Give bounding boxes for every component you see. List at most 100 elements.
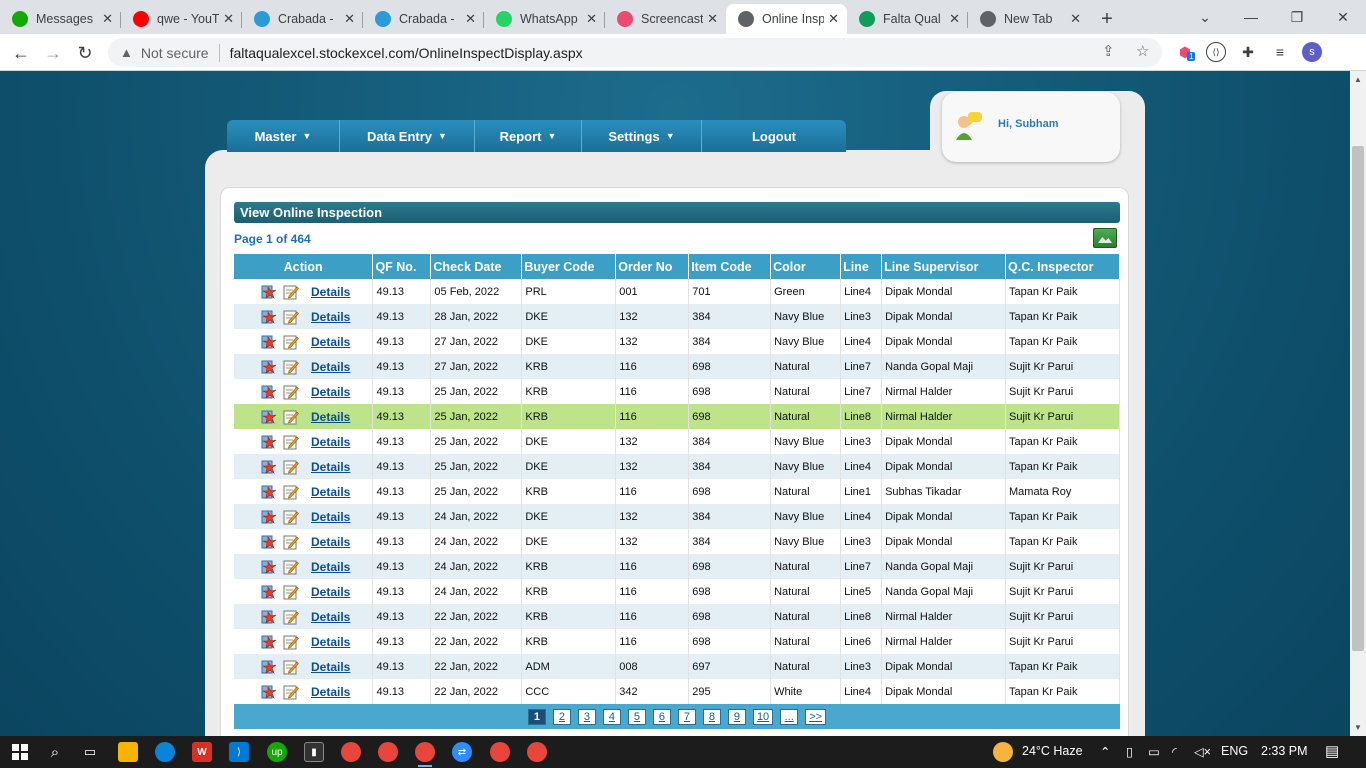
details-link[interactable]: Details bbox=[311, 685, 350, 699]
language-indicator[interactable]: ENG bbox=[1221, 744, 1248, 758]
tab-close-icon[interactable]: ✕ bbox=[465, 11, 476, 27]
delete-icon[interactable] bbox=[259, 658, 277, 676]
edit-icon[interactable] bbox=[283, 634, 299, 650]
delete-icon[interactable] bbox=[259, 483, 277, 501]
extension-icon[interactable]: ⬢ 1 bbox=[1175, 42, 1196, 62]
weather-text[interactable]: 24°C Haze bbox=[1022, 744, 1083, 758]
forward-icon[interactable]: → bbox=[38, 38, 68, 68]
tab-close-icon[interactable]: ✕ bbox=[1070, 11, 1081, 27]
page-scrollbar[interactable]: ▲ ▼ bbox=[1350, 71, 1366, 736]
tab-close-icon[interactable]: ✕ bbox=[223, 11, 234, 27]
tray-chevron-icon[interactable]: ⌃ bbox=[1100, 744, 1110, 759]
browser-tab[interactable]: Falta Qual ✕ bbox=[847, 4, 968, 34]
details-link[interactable]: Details bbox=[311, 635, 350, 649]
details-link[interactable]: Details bbox=[311, 360, 350, 374]
browser-tab[interactable]: Screencast ✕ bbox=[605, 4, 726, 34]
device-icon[interactable]: ▯ bbox=[1126, 744, 1133, 759]
clock[interactable]: 2:33 PM bbox=[1261, 744, 1308, 758]
wifi-icon[interactable]: ◜ bbox=[1172, 744, 1177, 759]
edge-icon[interactable] bbox=[155, 742, 175, 762]
details-link[interactable]: Details bbox=[311, 560, 350, 574]
details-link[interactable]: Details bbox=[311, 485, 350, 499]
details-link[interactable]: Details bbox=[311, 610, 350, 624]
chrome-icon[interactable] bbox=[527, 742, 547, 762]
delete-icon[interactable] bbox=[259, 533, 277, 551]
details-link[interactable]: Details bbox=[311, 335, 350, 349]
details-link[interactable]: Details bbox=[311, 410, 350, 424]
menu-settings[interactable]: Settings ▼ bbox=[582, 120, 702, 152]
delete-icon[interactable] bbox=[259, 308, 277, 326]
details-link[interactable]: Details bbox=[311, 285, 350, 299]
wps-office-icon[interactable]: W bbox=[192, 742, 212, 762]
details-link[interactable]: Details bbox=[311, 310, 350, 324]
delete-icon[interactable] bbox=[259, 508, 277, 526]
delete-icon[interactable] bbox=[259, 333, 277, 351]
close-window-icon[interactable]: ✕ bbox=[1320, 0, 1366, 34]
upwork-icon[interactable]: up bbox=[267, 742, 287, 762]
warning-icon[interactable]: ▲ bbox=[120, 45, 133, 60]
menu-data-entry[interactable]: Data Entry ▼ bbox=[340, 120, 475, 152]
details-link[interactable]: Details bbox=[311, 585, 350, 599]
page-link[interactable]: 4 bbox=[602, 708, 621, 725]
media-playlist-icon[interactable]: ≡ bbox=[1270, 42, 1290, 62]
delete-icon[interactable] bbox=[259, 683, 277, 701]
vscode-icon[interactable]: ⟩ bbox=[229, 742, 249, 762]
scroll-down-icon[interactable]: ▼ bbox=[1354, 723, 1362, 732]
menu-report[interactable]: Report ▼ bbox=[475, 120, 582, 152]
edit-icon[interactable] bbox=[283, 684, 299, 700]
url-text[interactable]: faltaqualexcel.stockexcel.com/OnlineInsp… bbox=[230, 45, 583, 61]
export-excel-icon[interactable] bbox=[1093, 228, 1117, 248]
delete-icon[interactable] bbox=[259, 433, 277, 451]
edit-icon[interactable] bbox=[283, 384, 299, 400]
scroll-up-icon[interactable]: ▲ bbox=[1354, 75, 1362, 84]
page-link[interactable]: 1 bbox=[527, 708, 546, 725]
edit-icon[interactable] bbox=[283, 509, 299, 525]
browser-tab[interactable]: Messages ✕ bbox=[0, 4, 121, 34]
edit-icon[interactable] bbox=[283, 359, 299, 375]
edit-icon[interactable] bbox=[283, 409, 299, 425]
edit-icon[interactable] bbox=[283, 584, 299, 600]
devtools-extension-icon[interactable]: ⟨⟩ bbox=[1206, 42, 1226, 62]
details-link[interactable]: Details bbox=[311, 660, 350, 674]
browser-tab[interactable]: Crabada - ✕ bbox=[363, 4, 484, 34]
windows-start-icon[interactable] bbox=[10, 742, 30, 762]
edit-icon[interactable] bbox=[283, 309, 299, 325]
url-omnibox[interactable]: ▲ Not secure faltaqualexcel.stockexcel.c… bbox=[108, 38, 1162, 67]
edit-icon[interactable] bbox=[283, 434, 299, 450]
delete-icon[interactable] bbox=[259, 458, 277, 476]
details-link[interactable]: Details bbox=[311, 460, 350, 474]
edit-icon[interactable] bbox=[283, 284, 299, 300]
security-status[interactable]: Not secure bbox=[141, 45, 209, 61]
tab-close-icon[interactable]: ✕ bbox=[102, 11, 113, 27]
profile-avatar[interactable]: s bbox=[1302, 42, 1322, 62]
tab-close-icon[interactable]: ✕ bbox=[707, 11, 718, 27]
chrome-icon[interactable] bbox=[378, 742, 398, 762]
edit-icon[interactable] bbox=[283, 659, 299, 675]
tab-close-icon[interactable]: ✕ bbox=[949, 11, 960, 27]
delete-icon[interactable] bbox=[259, 608, 277, 626]
page-link[interactable]: 8 bbox=[702, 708, 721, 725]
edit-icon[interactable] bbox=[283, 534, 299, 550]
page-link[interactable]: 6 bbox=[652, 708, 671, 725]
battery-icon[interactable]: ▭ bbox=[1148, 744, 1160, 759]
file-explorer-icon[interactable] bbox=[118, 742, 138, 762]
teamviewer-icon[interactable]: ⇄ bbox=[452, 742, 472, 762]
terminal-icon[interactable]: ▮ bbox=[304, 742, 324, 762]
details-link[interactable]: Details bbox=[311, 535, 350, 549]
notification-icon[interactable]: ▤ bbox=[1325, 742, 1339, 760]
edit-icon[interactable] bbox=[283, 609, 299, 625]
page-link[interactable]: 3 bbox=[577, 708, 596, 725]
browser-tab[interactable]: Crabada - ✕ bbox=[242, 4, 363, 34]
page-link[interactable]: 2 bbox=[552, 708, 571, 725]
delete-icon[interactable] bbox=[259, 558, 277, 576]
tab-close-icon[interactable]: ✕ bbox=[828, 11, 839, 27]
page-link[interactable]: >> bbox=[805, 708, 827, 725]
back-icon[interactable]: ← bbox=[6, 38, 36, 68]
tab-search-icon[interactable]: ⌄ bbox=[1182, 0, 1228, 34]
delete-icon[interactable] bbox=[259, 583, 277, 601]
new-tab-button[interactable]: + bbox=[1089, 4, 1125, 34]
page-link[interactable]: 5 bbox=[627, 708, 646, 725]
browser-tab[interactable]: qwe - YouT ✕ bbox=[121, 4, 242, 34]
details-link[interactable]: Details bbox=[311, 510, 350, 524]
weather-icon[interactable] bbox=[993, 742, 1013, 762]
